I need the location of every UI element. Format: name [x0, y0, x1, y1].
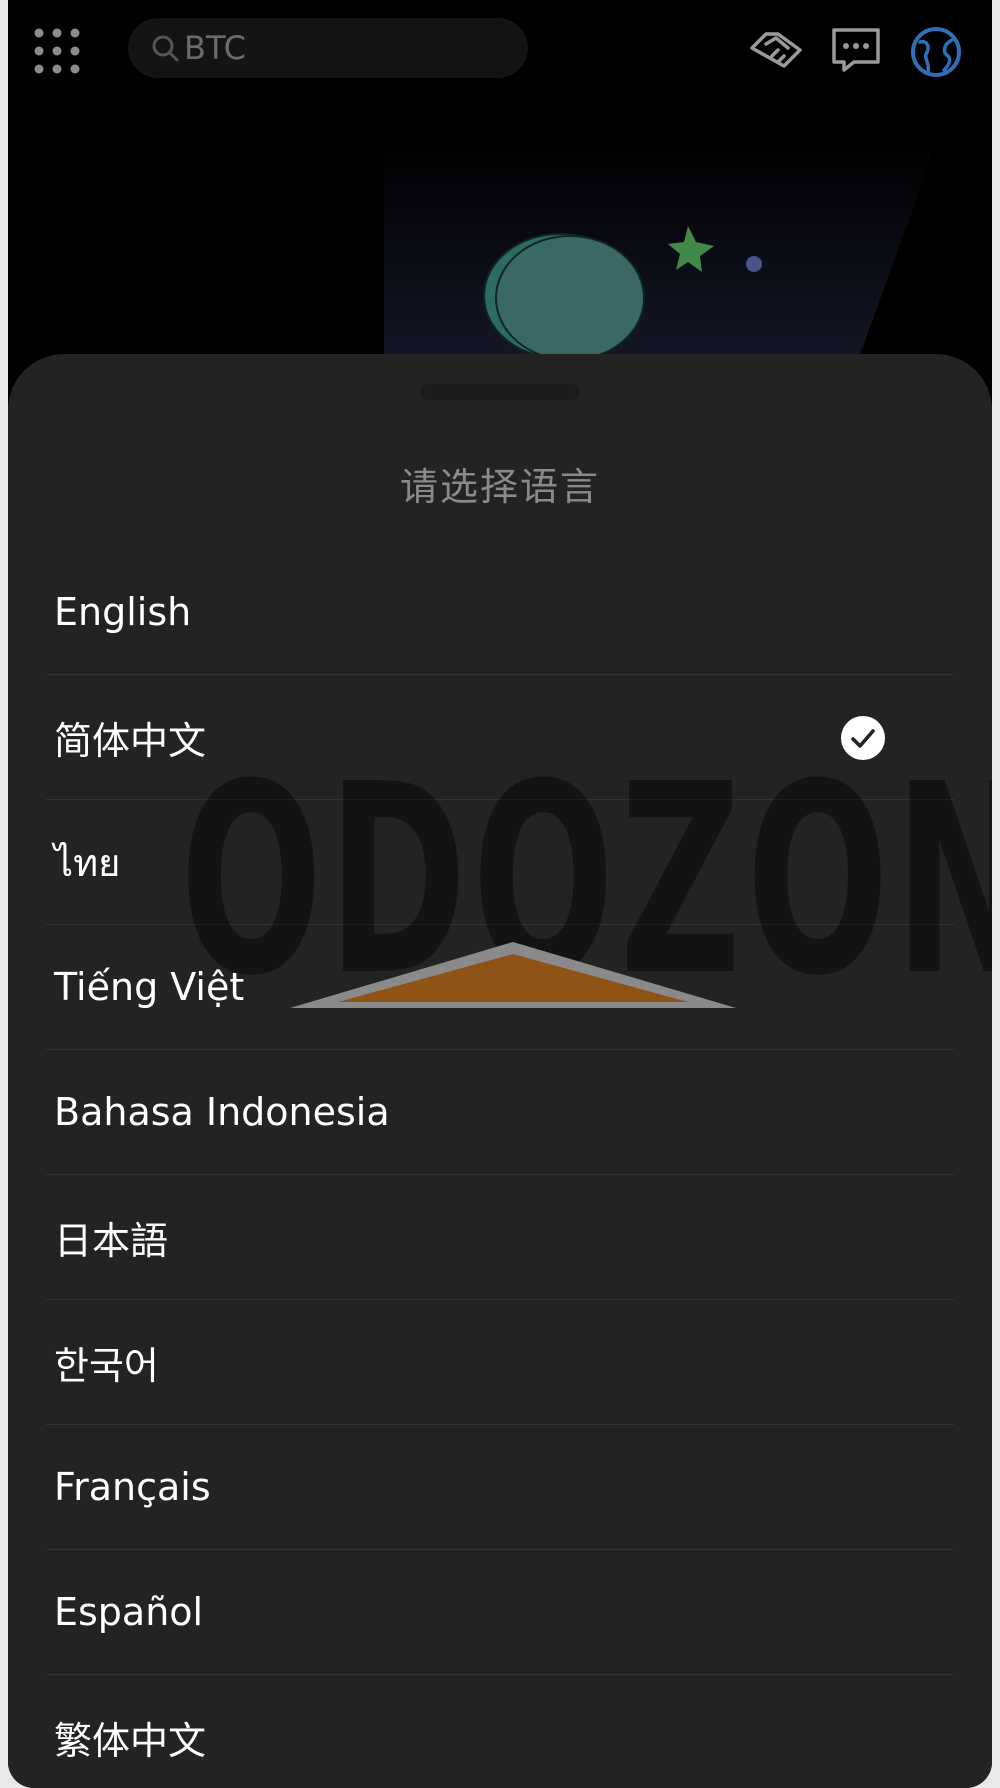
language-label: English: [54, 590, 192, 634]
language-label: Tiếng Việt: [54, 965, 245, 1009]
language-option-french[interactable]: Français: [46, 1425, 954, 1550]
language-label: 한국어: [54, 1343, 159, 1388]
language-option-simplified-chinese[interactable]: 简体中文: [46, 675, 954, 800]
language-option-indonesian[interactable]: Bahasa Indonesia: [46, 1050, 954, 1175]
language-option-vietnamese[interactable]: Tiếng Việt: [46, 925, 954, 1050]
language-option-traditional-chinese[interactable]: 繁体中文: [46, 1675, 954, 1788]
language-option-korean[interactable]: 한국어: [46, 1300, 954, 1425]
language-label: 繁体中文: [54, 1718, 207, 1763]
language-option-japanese[interactable]: 日本語: [46, 1175, 954, 1300]
language-label: 日本語: [54, 1218, 169, 1263]
check-circle-icon: [841, 716, 885, 760]
language-sheet: 请选择语言 English 简体中文 ไทย Tiếng Việt Bahasa…: [8, 354, 992, 1788]
globe-icon[interactable]: [908, 24, 964, 80]
language-label: ไทย: [54, 840, 121, 885]
language-list: English 简体中文 ไทย Tiếng Việt Bahasa Indon…: [46, 550, 954, 1788]
grid-dots-icon[interactable]: [34, 28, 80, 74]
search-input[interactable]: [184, 29, 484, 67]
language-label: Français: [54, 1465, 211, 1509]
language-option-english[interactable]: English: [46, 550, 954, 675]
search-icon: [152, 35, 179, 62]
language-label: Español: [54, 1590, 204, 1634]
search-bar[interactable]: [128, 18, 528, 78]
handshake-icon[interactable]: [748, 22, 804, 78]
sheet-title: 请选择语言: [399, 465, 600, 509]
app-screen: 请选择语言 English 简体中文 ไทย Tiếng Việt Bahasa…: [8, 0, 992, 1788]
message-icon[interactable]: [828, 22, 884, 78]
sheet-drag-handle[interactable]: [420, 384, 580, 400]
language-option-spanish[interactable]: Español: [46, 1550, 954, 1675]
top-bar: [8, 0, 992, 100]
language-label: 简体中文: [54, 718, 207, 763]
language-label: Bahasa Indonesia: [54, 1090, 390, 1134]
language-option-thai[interactable]: ไทย: [46, 800, 954, 925]
